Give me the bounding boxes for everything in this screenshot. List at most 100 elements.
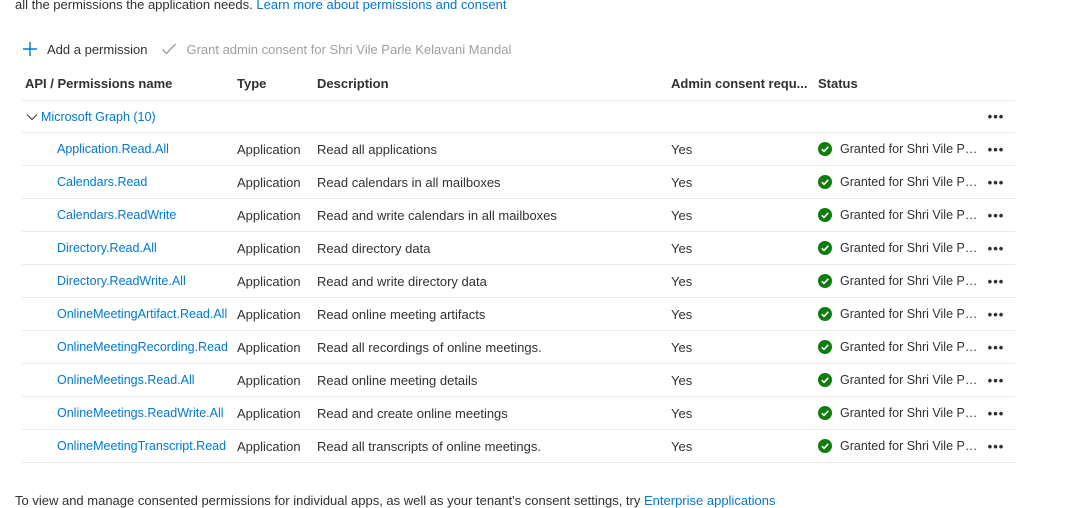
permission-type: Application	[237, 273, 301, 289]
more-options-icon[interactable]: •••	[986, 364, 1006, 396]
group-toggle[interactable]: Microsoft Graph (10)	[26, 101, 156, 132]
permission-name-link[interactable]: Calendars.ReadWrite	[57, 199, 227, 231]
table-row: OnlineMeetingRecording.Read.All Applicati…	[22, 331, 1015, 364]
more-options-icon[interactable]: •••	[986, 101, 1006, 132]
permission-name-link[interactable]: OnlineMeetingRecording.Read.All	[57, 331, 227, 363]
enterprise-applications-link[interactable]: Enterprise applications	[644, 493, 776, 508]
status-text: Granted for Shri Vile Parle Kelavani Man…	[840, 307, 978, 321]
success-check-icon	[818, 274, 832, 288]
permission-name-link[interactable]: Directory.ReadWrite.All	[57, 265, 227, 297]
more-options-icon[interactable]: •••	[986, 232, 1006, 264]
admin-consent-required: Yes	[671, 372, 693, 388]
table-row: Calendars.ReadWrite Application Read and w…	[22, 199, 1015, 232]
success-check-icon	[818, 373, 832, 387]
admin-consent-required: Yes	[671, 240, 693, 256]
intro-text: all the permissions the application need…	[15, 0, 253, 12]
status-cell: Granted for Shri Vile Parle Kelavani Man…	[818, 199, 988, 231]
column-header-admin-consent[interactable]: Admin consent requ...	[671, 66, 811, 100]
grant-admin-consent-button[interactable]: Grant admin consent for Shri Vile Parle …	[161, 41, 511, 57]
table-row: Directory.ReadWrite.All Application Read a…	[22, 265, 1015, 298]
permission-type: Application	[237, 372, 301, 388]
permission-type: Application	[237, 405, 301, 421]
status-cell: Granted for Shri Vile Parle Kelavani Man…	[818, 232, 988, 264]
success-check-icon	[818, 406, 832, 420]
more-options-icon[interactable]: •••	[986, 133, 1006, 165]
more-options-icon[interactable]: •••	[986, 298, 1006, 330]
admin-consent-required: Yes	[671, 438, 693, 454]
status-text: Granted for Shri Vile Parle Kelavani Man…	[840, 373, 978, 387]
footer-text-line: To view and manage consented permissions…	[15, 493, 776, 508]
permission-name-link[interactable]: OnlineMeetings.Read.All	[57, 364, 227, 396]
success-check-icon	[818, 175, 832, 189]
more-options-icon[interactable]: •••	[986, 397, 1006, 429]
admin-consent-required: Yes	[671, 405, 693, 421]
admin-consent-required: Yes	[671, 207, 693, 223]
permission-name-link[interactable]: Calendars.Read	[57, 166, 227, 198]
permission-description: Read all recordings of online meetings.	[317, 339, 542, 355]
status-cell: Granted for Shri Vile Parle Kelavani Man…	[818, 298, 988, 330]
permissions-table: API / Permissions name Type Description …	[22, 66, 1015, 463]
status-text: Granted for Shri Vile Parle Kelavani Man…	[840, 340, 978, 354]
intro-text-line: all the permissions the application need…	[15, 0, 506, 12]
more-options-icon[interactable]: •••	[986, 166, 1006, 198]
admin-consent-required: Yes	[671, 174, 693, 190]
table-row: Calendars.Read Application Read calendars …	[22, 166, 1015, 199]
plus-icon	[23, 42, 37, 56]
column-header-type[interactable]: Type	[237, 66, 315, 100]
permission-description: Read and write calendars in all mailboxe…	[317, 207, 557, 223]
permission-description: Read all transcripts of online meetings.	[317, 438, 542, 454]
status-text: Granted for Shri Vile Parle Kelavani Man…	[840, 142, 978, 156]
success-check-icon	[818, 208, 832, 222]
add-permission-label: Add a permission	[47, 41, 148, 57]
status-text: Granted for Shri Vile Parle Kelavani Man…	[840, 175, 978, 189]
permission-description: Read directory data	[317, 240, 431, 256]
grant-admin-consent-label: Grant admin consent for Shri Vile Parle …	[186, 41, 512, 57]
status-cell: Granted for Shri Vile Parle Kelavani Man…	[818, 166, 988, 198]
column-header-name[interactable]: API / Permissions name	[25, 66, 195, 100]
more-options-icon[interactable]: •••	[986, 199, 1006, 231]
success-check-icon	[818, 439, 832, 453]
permission-description: Read online meeting artifacts	[317, 306, 486, 322]
more-options-icon[interactable]: •••	[986, 331, 1006, 363]
more-options-icon[interactable]: •••	[986, 265, 1006, 297]
success-check-icon	[818, 241, 832, 255]
status-cell: Granted for Shri Vile Parle Kelavani Man…	[818, 133, 988, 165]
footer-text: To view and manage consented permissions…	[15, 493, 641, 508]
column-header-status[interactable]: Status	[818, 66, 988, 100]
chevron-down-icon	[26, 113, 38, 120]
success-check-icon	[818, 142, 832, 156]
group-label: Microsoft Graph (10)	[41, 109, 156, 124]
permission-name-link[interactable]: OnlineMeetingArtifact.Read.All	[57, 298, 227, 330]
permission-type: Application	[237, 141, 301, 157]
permission-type: Application	[237, 438, 301, 454]
checkmark-icon	[162, 43, 177, 55]
permission-description: Read all applications	[317, 141, 437, 157]
table-row: OnlineMeetingArtifact.Read.All Applicatio…	[22, 298, 1015, 331]
admin-consent-required: Yes	[671, 273, 693, 289]
permission-name-link[interactable]: OnlineMeetings.ReadWrite.All	[57, 397, 227, 429]
table-row: OnlineMeetings.Read.All Application Read o…	[22, 364, 1015, 397]
permission-description: Read and write directory data	[317, 273, 487, 289]
admin-consent-required: Yes	[671, 339, 693, 355]
permission-type: Application	[237, 339, 301, 355]
permission-type: Application	[237, 174, 301, 190]
admin-consent-required: Yes	[671, 306, 693, 322]
permission-name-link[interactable]: Directory.Read.All	[57, 232, 227, 264]
success-check-icon	[818, 340, 832, 354]
learn-more-link[interactable]: Learn more about permissions and consent	[256, 0, 506, 12]
table-row: OnlineMeetingTranscript.Read.All Applicat…	[22, 430, 1015, 463]
column-header-description[interactable]: Description	[317, 66, 667, 100]
status-text: Granted for Shri Vile Parle Kelavani Man…	[840, 241, 978, 255]
command-bar: Add a permission Grant admin consent for…	[22, 38, 525, 60]
status-text: Granted for Shri Vile Parle Kelavani Man…	[840, 208, 978, 222]
table-header-row: API / Permissions name Type Description …	[22, 66, 1015, 101]
permission-type: Application	[237, 240, 301, 256]
more-options-icon[interactable]: •••	[986, 430, 1006, 462]
permission-description: Read online meeting details	[317, 372, 478, 388]
status-text: Granted for Shri Vile Parle Kelavani Man…	[840, 274, 978, 288]
add-permission-button[interactable]: Add a permission	[22, 41, 147, 57]
permission-name-link[interactable]: OnlineMeetingTranscript.Read.All	[57, 430, 227, 462]
table-row: OnlineMeetings.ReadWrite.All Application R…	[22, 397, 1015, 430]
permission-name-link[interactable]: Application.Read.All	[57, 133, 227, 165]
permission-type: Application	[237, 207, 301, 223]
